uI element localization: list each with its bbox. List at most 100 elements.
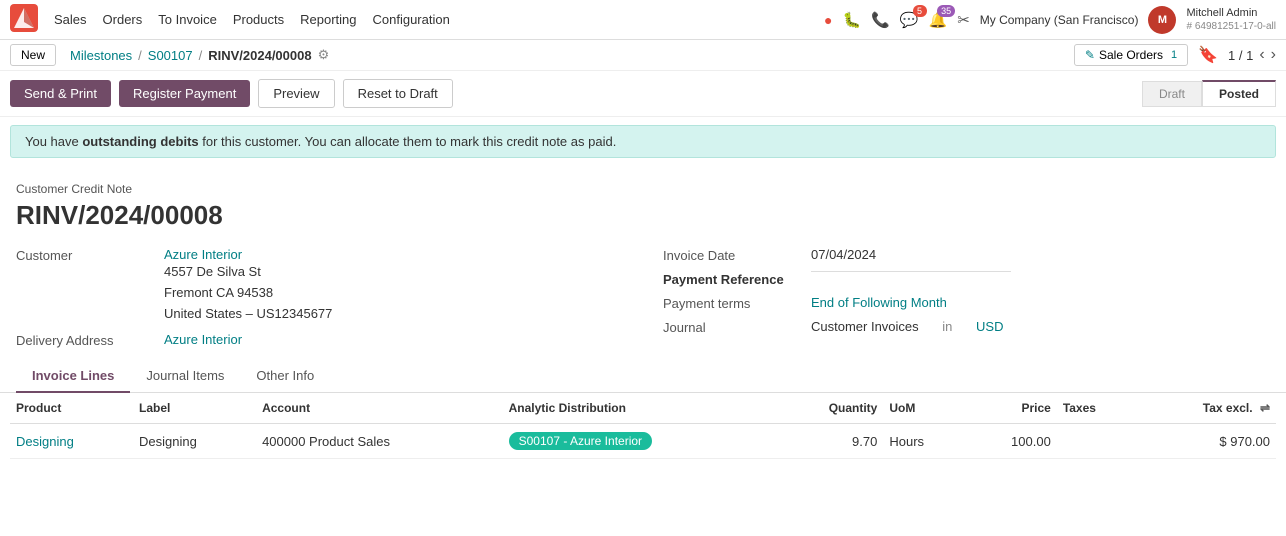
- company-name: My Company (San Francisco): [980, 13, 1139, 27]
- cell-account: 400000 Product Sales: [256, 424, 503, 459]
- menu-sales[interactable]: Sales: [54, 12, 87, 27]
- journal-currency[interactable]: USD: [976, 319, 1003, 334]
- settings-icon[interactable]: ⚙: [318, 47, 330, 63]
- menu-configuration[interactable]: Configuration: [373, 12, 450, 27]
- invoice-date-row: Invoice Date 07/04/2024: [663, 247, 1270, 263]
- messages-badge: 5: [913, 5, 927, 17]
- top-navigation: Sales Orders To Invoice Products Reporti…: [0, 0, 1286, 40]
- customer-label: Customer: [16, 247, 156, 263]
- col-header-taxes: Taxes: [1057, 393, 1137, 424]
- user-name: Mitchell Admin: [1186, 6, 1276, 20]
- cell-product: Designing: [10, 424, 133, 459]
- bug-icon[interactable]: 🐛: [842, 11, 861, 29]
- tab-other-info[interactable]: Other Info: [240, 360, 330, 393]
- breadcrumb-separator2: /: [199, 48, 203, 63]
- col-header-account: Account: [256, 393, 503, 424]
- form-grid: Customer Azure Interior 4557 De Silva St…: [16, 247, 1270, 348]
- scissors-icon[interactable]: ✂: [957, 11, 970, 29]
- cell-price: 100.00: [966, 424, 1057, 459]
- journal-value: Customer Invoices: [811, 319, 919, 334]
- breadcrumb-actions: ✎ Sale Orders 1 🔖 1 / 1 ‹ ›: [1074, 44, 1276, 66]
- invoice-lines-table-section: Product Label Account Analytic Distribut…: [0, 393, 1286, 459]
- sale-orders-label: Sale Orders: [1099, 48, 1163, 62]
- customer-link[interactable]: Azure Interior: [164, 247, 242, 262]
- journal-in: in: [942, 319, 952, 334]
- activities-icon[interactable]: 🔔 35: [929, 11, 948, 29]
- col-header-product: Product: [10, 393, 133, 424]
- outstanding-debits-alert: You have outstanding debits for this cus…: [10, 125, 1276, 158]
- product-link[interactable]: Designing: [16, 434, 74, 449]
- breadcrumb-separator: /: [138, 48, 142, 63]
- delivery-address-link[interactable]: Azure Interior: [164, 332, 242, 347]
- payment-terms-value[interactable]: End of Following Month: [811, 295, 947, 310]
- red-dot-icon[interactable]: ●: [824, 12, 832, 28]
- tab-journal-items[interactable]: Journal Items: [130, 360, 240, 393]
- sale-orders-button[interactable]: ✎ Sale Orders 1: [1074, 44, 1188, 66]
- status-draft[interactable]: Draft: [1142, 81, 1202, 107]
- journal-row: Journal Customer Invoices in USD: [663, 319, 1270, 335]
- menu-to-invoice[interactable]: To Invoice: [158, 12, 217, 27]
- main-menu: Sales Orders To Invoice Products Reporti…: [54, 12, 450, 27]
- pagination-text: 1 / 1: [1228, 48, 1253, 63]
- preview-button[interactable]: Preview: [258, 79, 334, 108]
- register-payment-button[interactable]: Register Payment: [119, 80, 250, 107]
- analytic-badge[interactable]: S00107 - Azure Interior: [509, 432, 652, 450]
- alert-text-before: You have: [25, 134, 82, 149]
- messages-icon[interactable]: 💬 5: [900, 11, 919, 29]
- edit-icon: ✎: [1085, 48, 1095, 62]
- customer-address: 4557 De Silva St Fremont CA 94538 United…: [164, 262, 332, 324]
- col-header-tax-excl: Tax excl. ⇌: [1136, 393, 1276, 424]
- breadcrumb-parent[interactable]: Milestones: [70, 48, 132, 63]
- col-header-uom: UoM: [883, 393, 965, 424]
- nav-right-section: ● 🐛 📞 💬 5 🔔 35 ✂ My Company (San Francis…: [824, 6, 1276, 34]
- journal-label: Journal: [663, 319, 803, 335]
- prev-page-button[interactable]: ‹: [1259, 46, 1264, 64]
- status-posted[interactable]: Posted: [1202, 80, 1276, 107]
- new-button[interactable]: New: [10, 44, 56, 66]
- form-left: Customer Azure Interior 4557 De Silva St…: [16, 247, 623, 348]
- addr-line2: Fremont CA 94538: [164, 283, 332, 304]
- sale-orders-count: 1: [1171, 49, 1177, 61]
- bookmark-icon[interactable]: 🔖: [1198, 45, 1218, 65]
- customer-value: Azure Interior 4557 De Silva St Fremont …: [164, 247, 332, 324]
- user-info-block: Mitchell Admin # 64981251-17-0-all: [1186, 6, 1276, 33]
- menu-orders[interactable]: Orders: [103, 12, 143, 27]
- alert-bold-text: outstanding debits: [82, 134, 198, 149]
- send-print-button[interactable]: Send & Print: [10, 80, 111, 107]
- tab-invoice-lines[interactable]: Invoice Lines: [16, 360, 130, 393]
- next-page-button[interactable]: ›: [1271, 46, 1276, 64]
- cell-label: Designing: [133, 424, 256, 459]
- phone-icon[interactable]: 📞: [871, 11, 890, 29]
- payment-ref-label: Payment Reference: [663, 271, 803, 287]
- delivery-address-label: Delivery Address: [16, 332, 156, 348]
- addr-line3: United States – US12345677: [164, 304, 332, 325]
- tabs-bar: Invoice Lines Journal Items Other Info: [0, 360, 1286, 393]
- invoice-date-label: Invoice Date: [663, 247, 803, 263]
- alert-text-after: for this customer. You can allocate them…: [199, 134, 617, 149]
- status-bar: Draft Posted: [1142, 80, 1276, 107]
- menu-products[interactable]: Products: [233, 12, 284, 27]
- payment-terms-row: Payment terms End of Following Month: [663, 295, 1270, 311]
- pagination: 1 / 1 ‹ ›: [1228, 46, 1276, 64]
- adjust-columns-icon[interactable]: ⇌: [1260, 401, 1270, 415]
- form-section: Customer Credit Note RINV/2024/00008 Cus…: [0, 166, 1286, 348]
- cell-quantity: 9.70: [776, 424, 883, 459]
- payment-ref-value[interactable]: [811, 271, 1011, 272]
- delivery-address-row: Delivery Address Azure Interior: [16, 332, 623, 348]
- cell-uom: Hours: [883, 424, 965, 459]
- menu-reporting[interactable]: Reporting: [300, 12, 356, 27]
- app-logo[interactable]: [10, 4, 38, 35]
- action-bar: Send & Print Register Payment Preview Re…: [0, 71, 1286, 117]
- breadcrumb-sibling[interactable]: S00107: [148, 48, 193, 63]
- doc-type-label: Customer Credit Note: [16, 182, 1270, 196]
- doc-number: RINV/2024/00008: [16, 200, 1270, 231]
- user-id: # 64981251-17-0-all: [1186, 20, 1276, 33]
- user-avatar[interactable]: M: [1148, 6, 1176, 34]
- activities-badge: 35: [937, 5, 955, 17]
- col-header-analytic: Analytic Distribution: [503, 393, 777, 424]
- col-header-price: Price: [966, 393, 1057, 424]
- form-right: Invoice Date 07/04/2024 Payment Referenc…: [663, 247, 1270, 348]
- reset-draft-button[interactable]: Reset to Draft: [343, 79, 453, 108]
- breadcrumb-current: RINV/2024/00008: [208, 48, 311, 63]
- customer-row: Customer Azure Interior 4557 De Silva St…: [16, 247, 623, 324]
